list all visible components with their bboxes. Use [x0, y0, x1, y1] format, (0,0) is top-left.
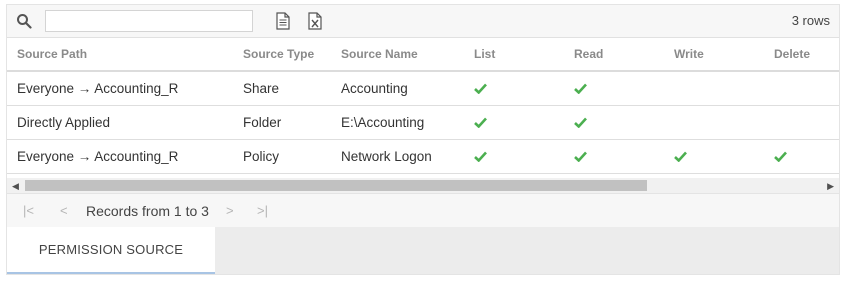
checkmark-icon — [574, 117, 587, 128]
grid-toolbar: 3 rows — [7, 5, 839, 38]
cell-read — [574, 106, 587, 139]
column-header-delete[interactable]: Delete — [774, 38, 810, 70]
cell-source-name: Accounting — [341, 81, 408, 96]
checkmark-icon — [474, 151, 487, 162]
column-header-source-type[interactable]: Source Type — [243, 38, 314, 70]
cell-write — [674, 140, 687, 173]
search-icon[interactable] — [16, 13, 32, 29]
checkmark-icon — [674, 151, 687, 162]
column-header-read[interactable]: Read — [574, 38, 603, 70]
cell-source-name: E:\Accounting — [341, 115, 425, 130]
scroll-right-arrow-icon[interactable]: ▶ — [827, 181, 834, 192]
checkmark-icon — [774, 151, 787, 162]
search-input[interactable] — [45, 10, 253, 32]
tab-permission-source[interactable]: PERMISSION SOURCE — [7, 227, 215, 274]
grid-header: Source Path Source Type Source Name List… — [7, 38, 839, 72]
cell-source-type: Policy — [243, 149, 280, 164]
cell-source-name: Network Logon — [341, 149, 432, 164]
cell-source-type: Folder — [243, 115, 282, 130]
grid-body: Everyone → Accounting_R Share Accounting Di… — [7, 72, 839, 174]
table-row[interactable]: Directly Applied Folder E:\Accounting — [7, 106, 839, 140]
column-header-write[interactable]: Write — [674, 38, 704, 70]
permission-source-panel: 3 rows Source Path Source Type Source Na… — [6, 4, 840, 275]
cell-list — [474, 106, 487, 139]
cell-delete — [774, 140, 787, 173]
cell-source-path: Everyone → Accounting_R — [17, 81, 179, 96]
next-page-button[interactable]: > — [226, 203, 234, 218]
first-page-button[interactable]: |< — [23, 203, 34, 218]
table-row[interactable]: Everyone → Accounting_R Share Accounting — [7, 72, 839, 106]
column-header-source-name[interactable]: Source Name — [341, 38, 418, 70]
table-row[interactable]: Everyone → Accounting_R Policy Network Log… — [7, 140, 839, 174]
export-document-icon[interactable] — [275, 12, 291, 30]
cell-list — [474, 72, 487, 105]
cell-read — [574, 72, 587, 105]
checkmark-icon — [474, 83, 487, 94]
row-count-label: 3 rows — [791, 13, 830, 28]
checkmark-icon — [574, 151, 587, 162]
scroll-left-arrow-icon[interactable]: ◀ — [12, 181, 19, 192]
cell-source-path: Everyone → Accounting_R — [17, 149, 179, 164]
records-range-label: Records from 1 to 3 — [86, 203, 209, 219]
horizontal-scrollbar[interactable]: ◀ ▶ — [7, 178, 839, 193]
pager: |< < Records from 1 to 3 > >| — [7, 193, 839, 227]
export-excel-icon[interactable] — [307, 12, 323, 30]
permission-grid: Source Path Source Type Source Name List… — [7, 38, 839, 174]
column-header-list[interactable]: List — [474, 38, 495, 70]
checkmark-icon — [474, 117, 487, 128]
cell-source-path: Directly Applied — [17, 115, 111, 130]
column-header-source-path[interactable]: Source Path — [17, 38, 87, 70]
checkmark-icon — [574, 83, 587, 94]
cell-read — [574, 140, 587, 173]
previous-page-button[interactable]: < — [60, 203, 68, 218]
cell-source-type: Share — [243, 81, 280, 96]
tab-bar: PERMISSION SOURCE — [7, 227, 839, 274]
scrollbar-thumb[interactable] — [25, 180, 647, 191]
cell-list — [474, 140, 487, 173]
last-page-button[interactable]: >| — [257, 203, 268, 218]
